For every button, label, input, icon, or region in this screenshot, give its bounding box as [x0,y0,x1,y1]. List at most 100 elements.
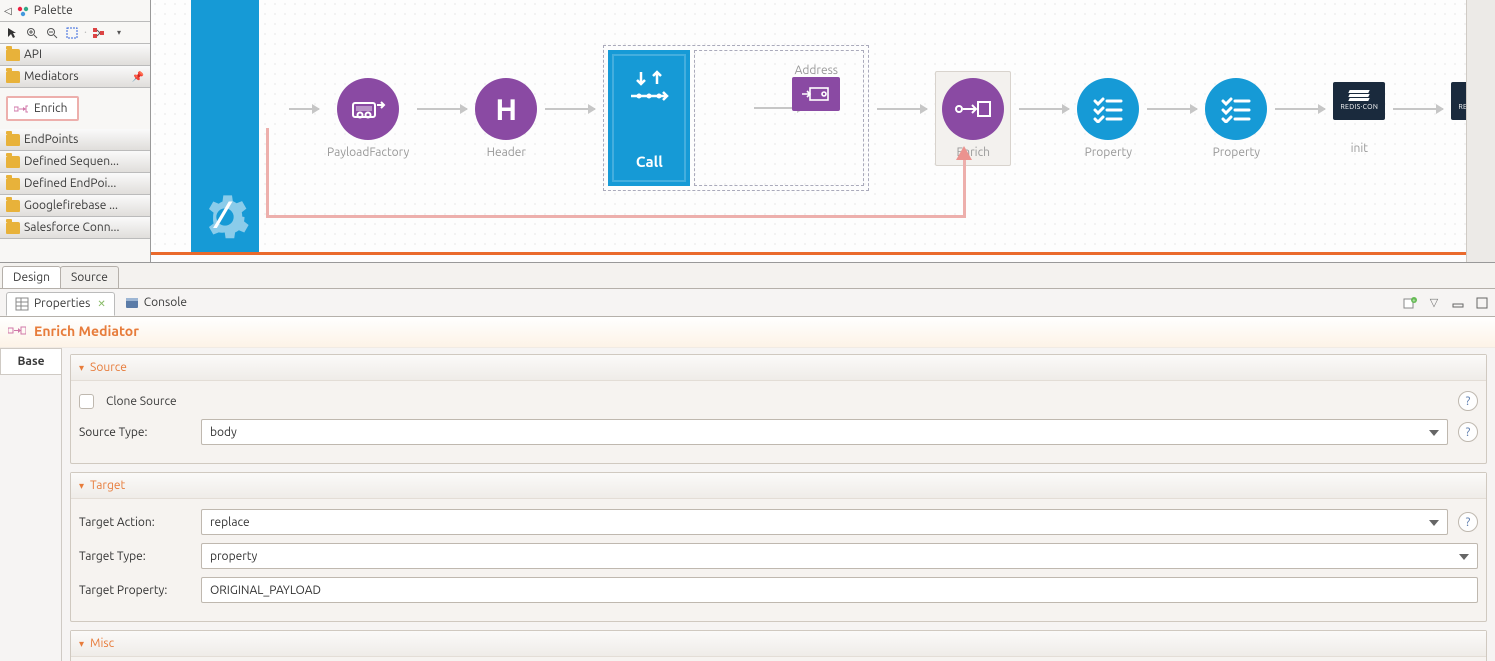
view-menu-icon[interactable]: ▽ [1427,296,1441,310]
drawer-endpoints[interactable]: EndPoints [0,129,150,151]
section-head-misc[interactable]: ▾Misc [71,631,1486,657]
node-property-2[interactable]: Property [1205,78,1267,159]
api-resource-bar[interactable]: / [191,0,259,255]
palette-titlebar: ◁ Palette [0,0,150,22]
select-target-action[interactable]: replace [201,509,1448,535]
flow-arrow [417,108,467,110]
palette-title: Palette [34,4,73,17]
flow-arrow [1019,108,1069,110]
zoom-out-icon[interactable] [44,25,60,41]
select-source-type[interactable]: body [201,419,1448,445]
view-tab-console[interactable]: Console [117,292,195,314]
folder-icon [6,156,20,168]
callout-arrow-icon [956,146,972,160]
view-tab-properties[interactable]: Properties ✕ [6,292,115,316]
payload-factory-icon [337,78,399,140]
drawer-defined-endpoints[interactable]: Defined EndPoi... [0,173,150,195]
tab-design[interactable]: Design [2,266,61,288]
section-misc: ▾Misc Description: ? [70,630,1487,661]
folder-icon [6,200,20,212]
node-payload-factory[interactable]: PayloadFactory [327,78,409,159]
vertical-scrollbar[interactable] [1466,0,1495,262]
properties-body: Base ▾Source Clone Source ? Source Type:… [0,348,1495,661]
flow-arrow [545,108,595,110]
view-actions: + ▽ [1403,296,1489,310]
checkbox-clone-source[interactable] [79,394,94,409]
drawer-defined-sequences[interactable]: Defined Sequen... [0,151,150,173]
folder-icon [6,222,20,234]
dropdown-icon[interactable]: ▾ [111,25,127,41]
node-property-1[interactable]: Property [1077,78,1139,159]
input-target-property[interactable]: ORIGINAL_PAYLOAD [201,577,1478,603]
editor-tabs: Design Source [0,263,1495,289]
label-clone-source: Clone Source [106,395,177,408]
maximize-icon[interactable] [1475,296,1489,310]
twistie-icon: ▾ [79,362,84,374]
select-target-type[interactable]: property [201,543,1478,569]
pointer-tool-icon[interactable] [4,25,20,41]
palette-toolbar: · ▾ [0,22,150,44]
node-redis-init[interactable]: REDIS·CON init [1333,82,1385,155]
node-call[interactable]: Call Address [603,45,869,191]
flow-arrow [1147,108,1197,110]
folder-icon [6,134,20,146]
callout-line [266,215,966,218]
properties-icon [15,297,29,311]
call-mediator[interactable]: Call [608,50,690,186]
label-target-property: Target Property: [79,584,191,597]
callout-line [963,158,966,218]
label-target-action: Target Action: [79,516,191,529]
section-head-source[interactable]: ▾Source [71,355,1486,381]
folder-icon [6,49,20,61]
flow-arrow [877,108,927,110]
drawer-api[interactable]: API [0,44,150,66]
flow-arrow [1393,108,1443,110]
property-icon [1205,78,1267,140]
label-target-type: Target Type: [79,550,191,563]
section-head-target[interactable]: ▾Target [71,473,1486,499]
tab-source[interactable]: Source [60,266,119,288]
side-tab-base[interactable]: Base [0,348,61,375]
palette-item-label: Enrich [34,102,67,115]
drawer-mediators[interactable]: Mediators📌 [0,66,150,88]
node-enrich-selected[interactable]: Enrich [935,71,1011,166]
close-icon[interactable]: ✕ [97,298,105,310]
console-icon [125,296,139,310]
minimize-icon[interactable] [1451,296,1465,310]
section-target: ▾Target Target Action: replace ? Target … [70,472,1487,622]
help-icon[interactable]: ? [1458,391,1478,411]
views-tabbar: Properties ✕ Console + ▽ [0,289,1495,317]
zoom-in-icon[interactable] [24,25,40,41]
enrich-icon [8,325,26,337]
address-label: Address [795,64,838,77]
call-endpoint-container: Address [694,50,864,186]
section-source: ▾Source Clone Source ? Source Type: body… [70,354,1487,464]
help-icon[interactable]: ? [1458,512,1478,532]
folder-icon [6,71,20,83]
flow-arrow [1275,108,1325,110]
new-view-icon[interactable]: + [1403,296,1417,310]
callout-line [266,128,269,218]
layout-tool-icon[interactable] [91,25,107,41]
pin-icon[interactable]: 📌 [132,71,144,83]
property-icon [1077,78,1139,140]
help-icon[interactable]: ? [1458,422,1478,442]
address-endpoint[interactable] [792,77,840,111]
label-source-type: Source Type: [79,426,191,439]
header-icon: H [475,78,537,140]
drawer-google-firebase[interactable]: Googlefirebase ... [0,195,150,217]
marquee-tool-icon[interactable] [64,25,80,41]
twistie-icon: ▾ [79,638,84,650]
separator: · [84,26,87,39]
properties-header: Enrich Mediator [0,317,1495,348]
drawer-salesforce-connector[interactable]: Salesforce Conn... [0,217,150,239]
node-header[interactable]: H Header [475,78,537,159]
mediation-flow: PayloadFactory H Header [281,45,1495,191]
palette-panel: ◁ Palette · ▾ API Mediators📌 Enrich [0,0,151,262]
design-canvas[interactable]: / PayloadFactory H Header [151,0,1495,262]
properties-side-tabs: Base [0,348,62,661]
back-triangle-icon[interactable]: ◁ [4,5,12,17]
palette-item-enrich[interactable]: Enrich [6,96,79,121]
twistie-icon: ▾ [79,480,84,492]
palette-icon [16,4,30,18]
